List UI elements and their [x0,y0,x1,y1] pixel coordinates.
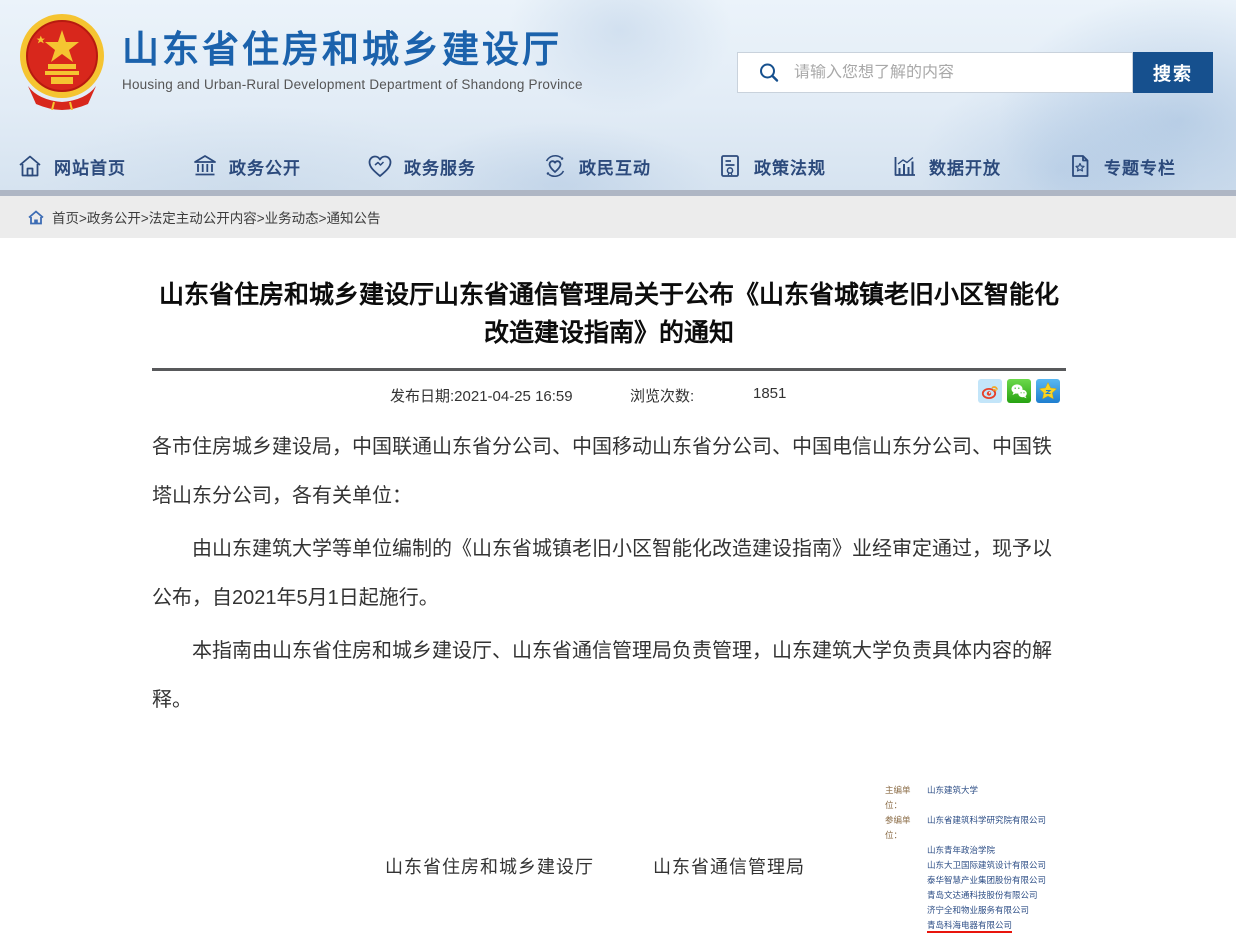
handshake-icon [366,152,394,180]
credits-participant-redline: 青岛科海电器有限公司 [927,920,1012,933]
nav-item-label: 数据开放 [929,154,1001,179]
nav-item-interaction[interactable]: 政民互动 [541,152,651,180]
search-icon [758,62,780,84]
nav-item-label: 网站首页 [54,154,126,179]
site-header: 山东省住房和城乡建设厅 Housing and Urban-Rural Deve… [0,0,1236,190]
breadcrumb[interactable]: 首页>政务公开>法定主动公开内容>业务动态>通知公告 [52,207,381,227]
bank-icon [191,152,219,180]
credits-participants-label: 参编单位： [885,813,927,843]
credits-participant-underlined: 青岛科海电器有限公司 [885,918,1185,933]
nav-item-label: 政务公开 [229,154,301,179]
nav-item-policies[interactable]: 政策法规 [716,152,826,180]
nav-item-home[interactable]: 网站首页 [16,152,126,180]
star-page-icon [1066,152,1094,180]
site-subtitle: Housing and Urban-Rural Development Depa… [122,77,583,92]
article-title: 山东省住房和城乡建设厅山东省通信管理局关于公布《山东省城镇老旧小区智能化改造建设… [154,276,1064,352]
nav-item-open-data[interactable]: 数据开放 [891,152,1001,180]
nav-item-label: 专题专栏 [1104,154,1176,179]
publish-date: 发布日期:2021-04-25 16:59 [390,385,573,406]
search-input[interactable] [794,64,1132,82]
wechat-share-icon[interactable] [1007,379,1031,403]
views-label: 浏览次数: [630,385,694,406]
qzone-share-icon[interactable] [1036,379,1060,403]
nav-item-label: 政策法规 [754,154,826,179]
credits-scan-block: 主编单位： 山东建筑大学 参编单位： 山东省建筑科学研究院有限公司 山东青年政治… [885,783,1185,933]
credits-participant: 泰华智慧产业集团股份有限公司 [885,873,1185,888]
home-icon [16,152,44,180]
share-buttons [978,379,1060,403]
credits-participant: 山东大卫国际建筑设计有限公司 [885,858,1185,873]
site-title: 山东省住房和城乡建设厅 [122,27,583,73]
nav-item-special-topics[interactable]: 专题专栏 [1066,152,1176,180]
article-body: 各市住房城乡建设局，中国联通山东省分公司、中国移动山东省分公司、中国电信山东分公… [152,423,1066,725]
article-meta: 发布日期:2021-04-25 16:59 浏览次数: 1851 [152,371,1066,413]
search-button[interactable]: 搜索 [1133,52,1213,93]
credits-participants-row: 参编单位： 山东省建筑科学研究院有限公司 [885,813,1185,843]
logo-block[interactable]: 山东省住房和城乡建设厅 Housing and Urban-Rural Deve… [18,8,583,110]
credits-participant: 山东省建筑科学研究院有限公司 [927,813,1046,843]
paragraph: 本指南由山东省住房和城乡建设厅、山东省通信管理局负责管理，山东建筑大学负责具体内… [152,627,1066,725]
nav-item-gov-info[interactable]: 政务公开 [191,152,301,180]
search-box[interactable] [737,52,1133,93]
credits-participant: 济宁全和物业服务有限公司 [885,903,1185,918]
views-count: 1851 [753,385,786,402]
chart-icon [891,152,919,180]
paragraph: 各市住房城乡建设局，中国联通山东省分公司、中国移动山东省分公司、中国电信山东分公… [152,423,1066,521]
document-seal-icon [716,152,744,180]
credits-participant: 青岛文达通科技股份有限公司 [885,888,1185,903]
breadcrumb-bar: 首页>政务公开>法定主动公开内容>业务动态>通知公告 [0,196,1236,238]
credits-chief-label: 主编单位： [885,783,927,813]
breadcrumb-home-icon [28,210,44,225]
main-nav: 网站首页 政务公开 政务服务 [0,152,1236,180]
site-search: 搜索 [737,52,1213,93]
page: 山东省住房和城乡建设厅 Housing and Urban-Rural Deve… [0,0,1236,933]
signature-org-1: 山东省住房和城乡建设厅 [385,853,594,879]
credits-participant: 山东青年政治学院 [885,843,1185,858]
nav-item-gov-services[interactable]: 政务服务 [366,152,476,180]
paragraph: 由山东建筑大学等单位编制的《山东省城镇老旧小区智能化改造建设指南》业经审定通过，… [152,525,1066,623]
nav-item-label: 政民互动 [579,154,651,179]
article: 山东省住房和城乡建设厅山东省通信管理局关于公布《山东省城镇老旧小区智能化改造建设… [0,238,1236,725]
heart-circle-icon [541,152,569,180]
nav-item-label: 政务服务 [404,154,476,179]
signature-section: 山东省住房和城乡建设厅 山东省通信管理局 2021年4月23日 2021年4月2… [0,725,1236,933]
signature-org-2: 山东省通信管理局 [653,853,805,879]
credits-chief-row: 主编单位： 山东建筑大学 [885,783,1185,813]
credits-chief-value: 山东建筑大学 [927,783,978,813]
site-title-block: 山东省住房和城乡建设厅 Housing and Urban-Rural Deve… [122,27,583,92]
weibo-share-icon[interactable] [978,379,1002,403]
national-emblem-icon [18,8,106,110]
